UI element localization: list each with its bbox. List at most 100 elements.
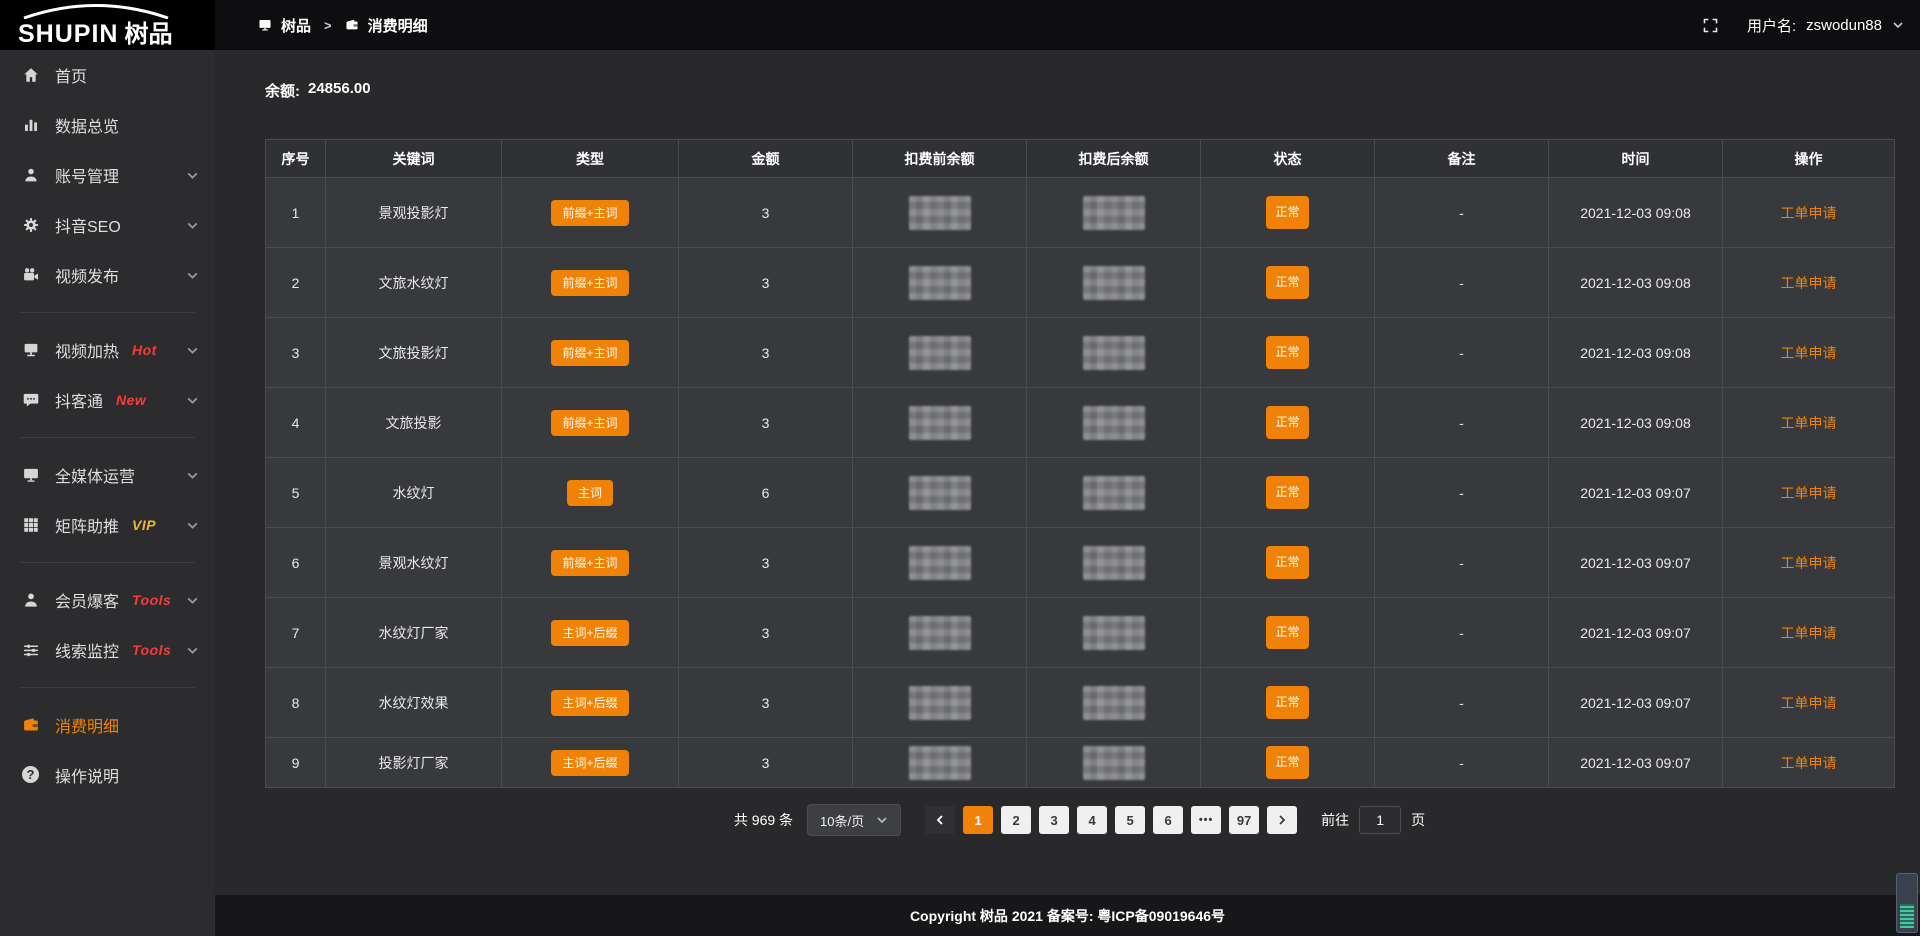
wallet-icon	[22, 716, 40, 734]
cell-time: 2021-12-03 09:08	[1549, 248, 1723, 318]
ticket-apply-link[interactable]: 工单申请	[1781, 275, 1837, 291]
cell-time: 2021-12-03 09:07	[1549, 598, 1723, 668]
video-icon	[22, 266, 40, 284]
username-label: 用户名:	[1747, 15, 1796, 36]
sidebar-divider	[20, 437, 195, 438]
floating-chat-widget[interactable]	[1896, 873, 1918, 933]
page-button-3[interactable]: 3	[1039, 806, 1069, 834]
cell-time: 2021-12-03 09:08	[1549, 318, 1723, 388]
goto-label: 前往	[1321, 810, 1349, 830]
cell-time: 2021-12-03 09:07	[1549, 738, 1723, 788]
column-header: 状态	[1201, 140, 1375, 178]
page-button-97[interactable]: 97	[1229, 806, 1259, 834]
sidebar-item-video-publish[interactable]: 视频发布	[0, 250, 215, 300]
page-button-5[interactable]: 5	[1115, 806, 1145, 834]
cell-note: -	[1375, 318, 1549, 388]
page-button-2[interactable]: 2	[1001, 806, 1031, 834]
censored-balance-before	[909, 476, 971, 510]
grid-icon	[22, 516, 40, 534]
ticket-apply-link[interactable]: 工单申请	[1781, 415, 1837, 431]
sidebar-item-tag: VIP	[132, 517, 156, 533]
user2-icon	[22, 591, 40, 609]
page-button-4[interactable]: 4	[1077, 806, 1107, 834]
sidebar-item-tag: Tools	[132, 592, 171, 608]
cell-amount: 3	[679, 248, 853, 318]
sidebar-item-label: 视频加热	[55, 338, 119, 362]
breadcrumb-root[interactable]: 树品	[281, 15, 311, 36]
goto-suffix: 页	[1411, 810, 1425, 830]
sidebar-item-help[interactable]: 操作说明	[0, 750, 215, 800]
cell-time: 2021-12-03 09:07	[1549, 528, 1723, 598]
cell-amount: 3	[679, 668, 853, 738]
chat-icon	[22, 391, 40, 409]
ticket-apply-link[interactable]: 工单申请	[1781, 555, 1837, 571]
sidebar-item-account[interactable]: 账号管理	[0, 150, 215, 200]
cell-index: 9	[266, 738, 326, 788]
table-row: 7水纹灯厂家主词+后缀3正常-2021-12-03 09:07工单申请	[266, 598, 1895, 668]
cell-keyword: 文旅投影	[326, 388, 502, 458]
cell-amount: 6	[679, 458, 853, 528]
ticket-apply-link[interactable]: 工单申请	[1781, 205, 1837, 221]
table-row: 1景观投影灯前缀+主词3正常-2021-12-03 09:08工单申请	[266, 178, 1895, 248]
next-page-button[interactable]	[1267, 806, 1297, 834]
censored-balance-after	[1083, 336, 1145, 370]
logo-arc	[20, 3, 172, 19]
cell-index: 4	[266, 388, 326, 458]
footer: Copyright 树品 2021 备案号: 粤ICP备09019646号	[215, 895, 1920, 936]
cell-time: 2021-12-03 09:07	[1549, 458, 1723, 528]
ticket-apply-link[interactable]: 工单申请	[1781, 625, 1837, 641]
sidebar-item-lead-monitor[interactable]: 线索监控Tools	[0, 625, 215, 675]
cell-note: -	[1375, 598, 1549, 668]
chevron-down-icon	[186, 344, 199, 357]
sidebar-item-consume-detail[interactable]: 消费明细	[0, 700, 215, 750]
type-badge: 主词+后缀	[551, 620, 628, 646]
logo-text-en: SHUPIN	[18, 20, 118, 49]
sidebar-item-video-heat[interactable]: 视频加热 Hot	[0, 325, 215, 375]
sidebar-item-matrix-boost[interactable]: 矩阵助推VIP	[0, 500, 215, 550]
sidebar-item-label: 全媒体运营	[55, 463, 135, 487]
ticket-apply-link[interactable]: 工单申请	[1781, 755, 1837, 771]
cell-keyword: 文旅水纹灯	[326, 248, 502, 318]
sidebar-item-label: 消费明细	[55, 713, 119, 737]
goto-page-input[interactable]	[1359, 806, 1401, 834]
topbar-right: 用户名: zswodun88	[1702, 15, 1920, 36]
page-button-6[interactable]: 6	[1153, 806, 1183, 834]
sliders-icon	[22, 641, 40, 659]
cell-amount: 3	[679, 318, 853, 388]
username-value[interactable]: zswodun88	[1806, 17, 1882, 34]
cell-time: 2021-12-03 09:08	[1549, 178, 1723, 248]
chart-icon	[22, 116, 40, 134]
cell-amount: 3	[679, 738, 853, 788]
sidebar-divider	[20, 312, 195, 313]
censored-balance-before	[909, 336, 971, 370]
cell-note: -	[1375, 458, 1549, 528]
censored-balance-after	[1083, 476, 1145, 510]
sidebar-item-data-overview[interactable]: 数据总览	[0, 100, 215, 150]
page-button-ellipsis[interactable]: •••	[1191, 806, 1221, 834]
sidebar-item-tag: Hot	[132, 342, 157, 358]
ticket-apply-link[interactable]: 工单申请	[1781, 695, 1837, 711]
status-badge: 正常	[1266, 616, 1308, 650]
page-button-1[interactable]: 1	[963, 806, 993, 834]
sidebar-item-douketong[interactable]: 抖客通New	[0, 375, 215, 425]
prev-page-button[interactable]	[925, 806, 955, 834]
sidebar-item-all-media[interactable]: 全媒体运营	[0, 450, 215, 500]
ticket-apply-link[interactable]: 工单申请	[1781, 485, 1837, 501]
question-icon	[22, 766, 40, 784]
chevron-down-icon	[186, 644, 199, 657]
table-header-row: 序号关键词类型金额扣费前余额扣费后余额状态备注时间操作	[266, 140, 1895, 178]
sidebar-item-member-burst[interactable]: 会员爆客Tools	[0, 575, 215, 625]
consumption-table: 序号关键词类型金额扣费前余额扣费后余额状态备注时间操作 1景观投影灯前缀+主词3…	[265, 139, 1895, 788]
ticket-apply-link[interactable]: 工单申请	[1781, 345, 1837, 361]
user-chevron-down-icon[interactable]	[1892, 19, 1904, 31]
cell-index: 7	[266, 598, 326, 668]
sidebar-item-tag: Tools	[132, 642, 171, 658]
sidebar-item-douyin-seo[interactable]: 抖音SEO	[0, 200, 215, 250]
gear-icon	[22, 216, 40, 234]
table-row: 2文旅水纹灯前缀+主词3正常-2021-12-03 09:08工单申请	[266, 248, 1895, 318]
column-header: 操作	[1723, 140, 1895, 178]
page-size-select[interactable]: 10条/页	[807, 804, 901, 836]
sidebar-item-home[interactable]: 首页	[0, 50, 215, 100]
fullscreen-icon[interactable]	[1702, 17, 1719, 34]
sidebar-item-label: 首页	[55, 63, 87, 87]
